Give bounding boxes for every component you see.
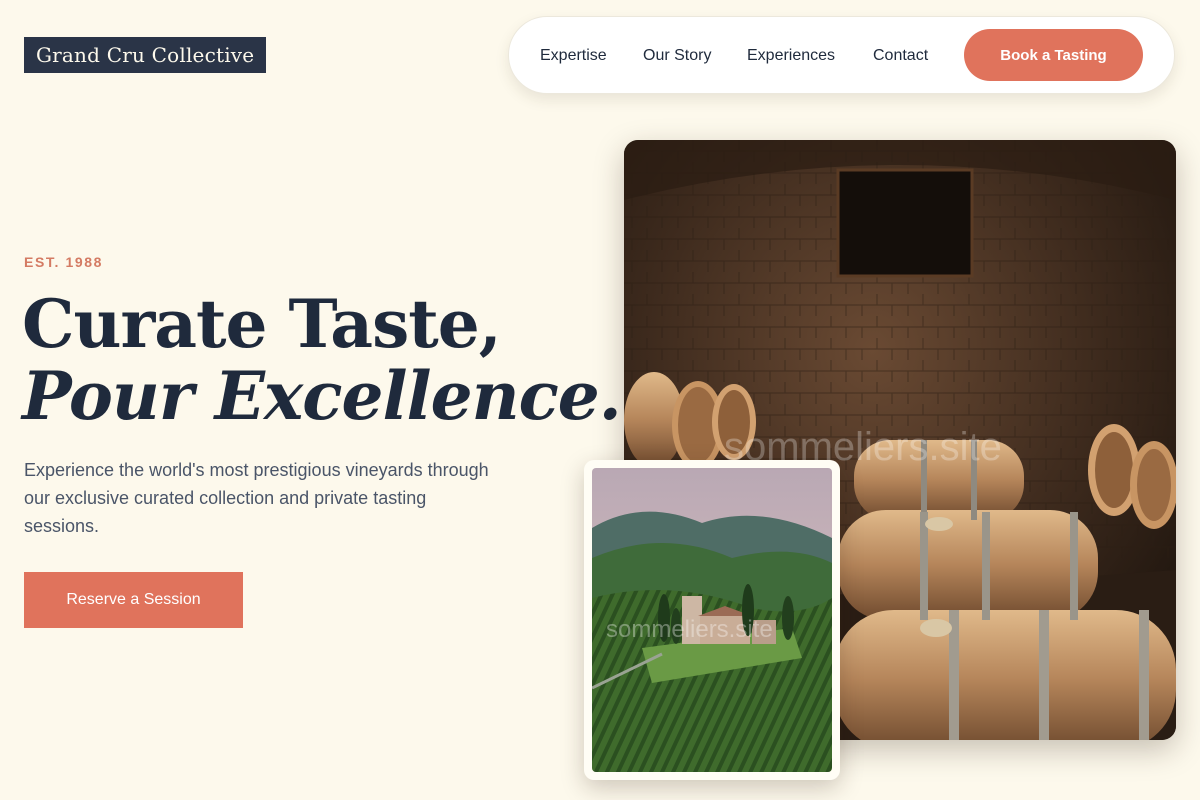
nav-link-experiences[interactable]: Experiences: [747, 17, 835, 95]
headline-line-2: Pour Excellence.: [22, 357, 622, 435]
vineyard-image: sommeliers.site: [592, 468, 832, 772]
main-nav: Expertise Our Story Experiences Contact …: [508, 16, 1175, 94]
nav-link-expertise[interactable]: Expertise: [540, 17, 607, 95]
vineyard-card: sommeliers.site: [584, 460, 840, 780]
brand-logo[interactable]: Grand Cru Collective: [24, 37, 267, 73]
hero-lead: Experience the world's most prestigious …: [24, 460, 489, 536]
book-tasting-button[interactable]: Book a Tasting: [964, 29, 1143, 81]
hero-headline: Curate Taste, Pour Excellence.: [22, 285, 622, 435]
reserve-session-button[interactable]: Reserve a Session: [24, 572, 243, 628]
headline-line-1: Curate Taste,: [22, 285, 502, 363]
nav-link-our-story[interactable]: Our Story: [643, 17, 711, 95]
vineyard-illustration: [592, 468, 832, 772]
nav-link-contact[interactable]: Contact: [873, 17, 928, 95]
hero-eyebrow: EST. 1988: [24, 254, 103, 270]
